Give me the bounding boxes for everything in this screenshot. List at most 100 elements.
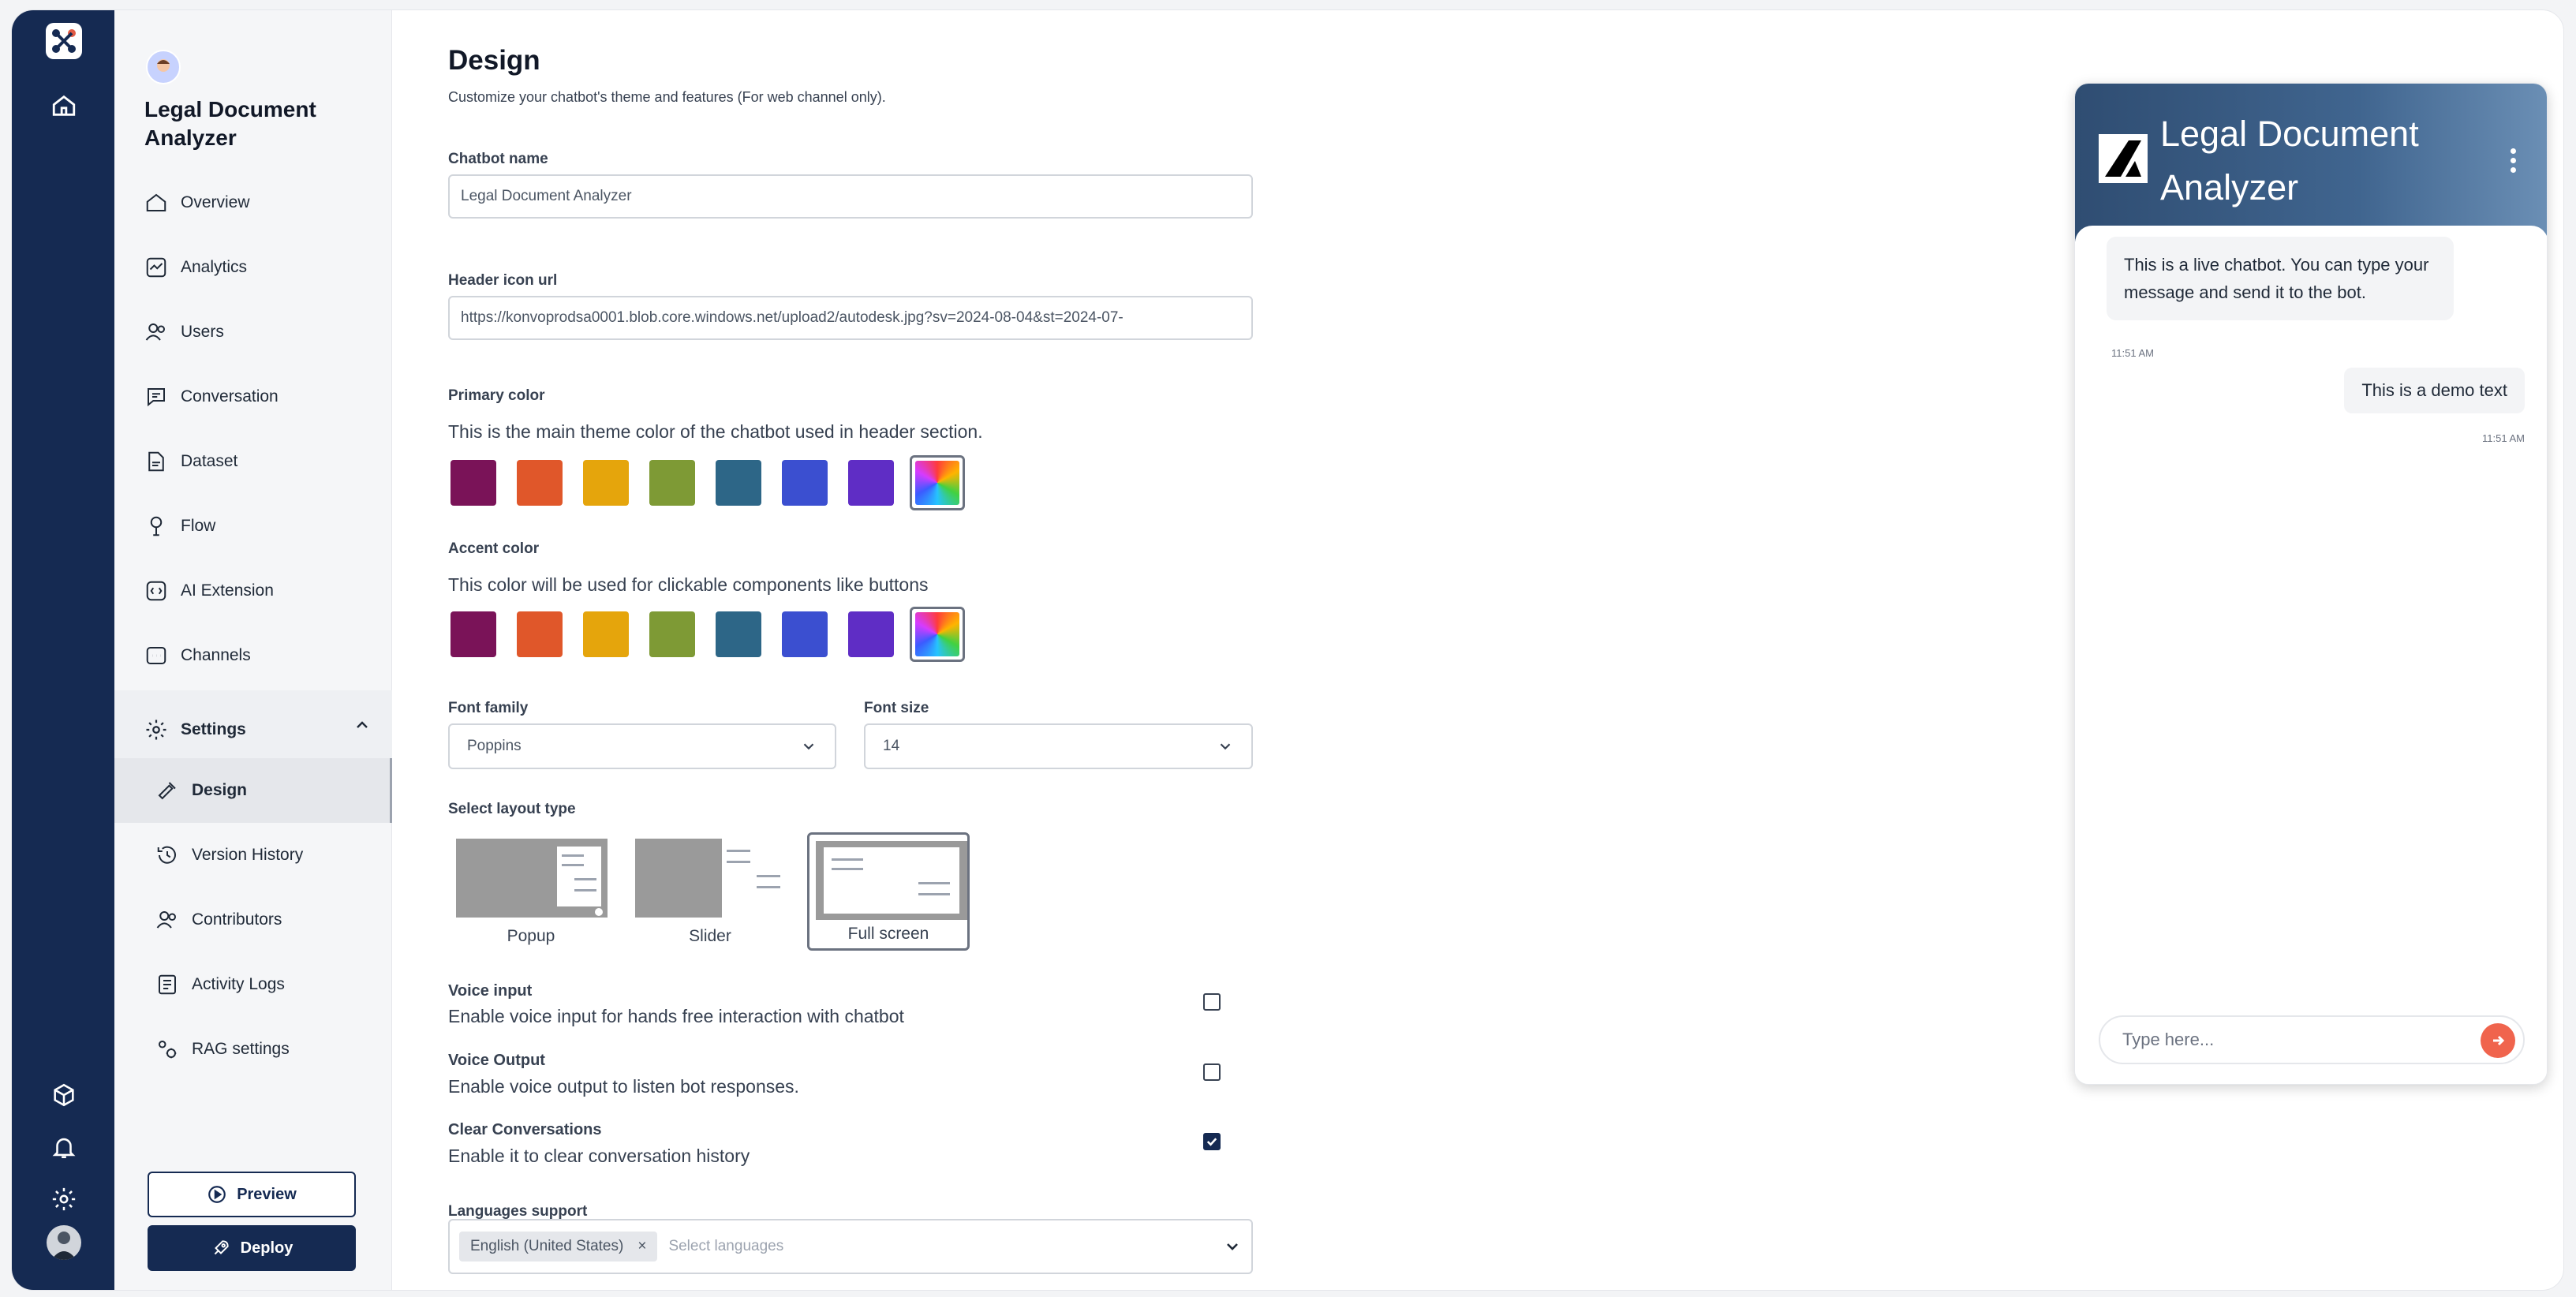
chevron-down-icon xyxy=(1227,1243,1238,1250)
contributors-icon xyxy=(156,911,176,929)
gear-icon[interactable] xyxy=(49,1184,79,1214)
app-logo[interactable] xyxy=(46,23,82,59)
color-swatch[interactable] xyxy=(451,460,496,506)
bot-avatar xyxy=(146,50,181,84)
sidebar-item-users[interactable]: Users xyxy=(144,315,224,349)
chevron-down-icon xyxy=(1220,743,1231,750)
sidebar-item-dataset[interactable]: Dataset xyxy=(144,444,237,479)
font-family-label: Font family xyxy=(448,700,529,716)
voice-output-checkbox[interactable] xyxy=(1203,1063,1221,1081)
sidebar-item-label: Channels xyxy=(181,646,251,664)
notification-bell-icon[interactable] xyxy=(49,1132,79,1162)
layout-option-popup[interactable]: Popup xyxy=(450,832,612,951)
play-circle-icon xyxy=(208,1186,226,1203)
accent-color-description: This color will be used for clickable co… xyxy=(448,574,929,595)
voice-input-title: Voice input xyxy=(448,982,533,1000)
color-swatch[interactable] xyxy=(782,611,828,657)
clear-conversations-checkbox[interactable] xyxy=(1203,1133,1221,1150)
chatbot-preview: Legal Document Analyzer This is a live c… xyxy=(2074,83,2548,1085)
font-size-select[interactable]: 14 xyxy=(864,723,1253,769)
sidebar: Legal Document Analyzer Overview Analyti… xyxy=(114,10,392,1290)
sidebar-item-ai-extension[interactable]: AI Extension xyxy=(144,574,274,608)
home-icon[interactable] xyxy=(49,91,79,121)
check-icon xyxy=(1206,1138,1217,1146)
send-arrow-icon xyxy=(2493,1035,2505,1046)
design-icon xyxy=(158,782,176,800)
voice-input-checkbox[interactable] xyxy=(1203,993,1221,1011)
sidebar-item-contributors[interactable]: Contributors xyxy=(155,903,282,937)
deploy-button[interactable]: Deploy xyxy=(148,1225,356,1271)
logs-icon xyxy=(159,974,176,995)
cube-icon[interactable] xyxy=(49,1080,79,1110)
custom-color-picker[interactable] xyxy=(910,455,965,510)
color-swatch[interactable] xyxy=(451,611,496,657)
bot-message: This is a live chatbot. You can type you… xyxy=(2107,237,2454,320)
custom-color-picker[interactable] xyxy=(910,607,965,662)
chat-icon xyxy=(148,388,165,407)
more-options-icon[interactable] xyxy=(2511,148,2518,177)
sidebar-item-version-history[interactable]: Version History xyxy=(155,838,303,873)
accent-color-swatches xyxy=(451,607,965,662)
popup-preview xyxy=(456,839,608,918)
sidebar-item-design[interactable]: Design xyxy=(155,773,247,808)
layout-option-slider[interactable]: Slider xyxy=(629,832,791,951)
color-swatch[interactable] xyxy=(583,460,629,506)
user-message: This is a demo text xyxy=(2344,368,2525,413)
send-button[interactable] xyxy=(2481,1023,2515,1058)
file-icon xyxy=(148,451,164,472)
channels-icon xyxy=(146,647,166,664)
chevron-up-icon[interactable] xyxy=(353,716,372,734)
accent-color-label: Accent color xyxy=(448,540,540,557)
languages-select[interactable]: English (United States) × Select languag… xyxy=(448,1219,1253,1274)
chatbot-name-input[interactable]: Legal Document Analyzer xyxy=(448,174,1253,219)
chatbot-name-label: Chatbot name xyxy=(448,151,548,167)
color-swatch[interactable] xyxy=(583,611,629,657)
sidebar-item-label: Contributors xyxy=(192,910,282,929)
voice-output-title: Voice Output xyxy=(448,1052,545,1069)
slider-preview xyxy=(635,839,787,918)
font-family-value: Poppins xyxy=(467,738,522,754)
sidebar-item-label: Version History xyxy=(192,846,304,864)
color-swatch[interactable] xyxy=(716,460,761,506)
user-avatar[interactable] xyxy=(47,1225,81,1260)
sidebar-item-overview[interactable]: Overview xyxy=(144,185,250,220)
sidebar-item-settings[interactable]: Settings xyxy=(144,712,246,747)
home-icon xyxy=(146,193,166,211)
sidebar-item-conversation[interactable]: Conversation xyxy=(144,379,279,414)
sidebar-item-label: Design xyxy=(192,781,248,799)
primary-color-swatches xyxy=(451,455,965,510)
languages-label: Languages support xyxy=(448,1203,588,1220)
language-chip-label: English (United States) xyxy=(470,1238,624,1254)
rocket-icon xyxy=(214,1240,229,1255)
color-swatch[interactable] xyxy=(649,460,695,506)
layout-slider-label: Slider xyxy=(689,927,731,945)
sidebar-item-activity-logs[interactable]: Activity Logs xyxy=(155,967,285,1002)
header-icon-label: Header icon url xyxy=(448,272,558,289)
clear-conversations-title: Clear Conversations xyxy=(448,1121,602,1138)
sidebar-item-label: RAG settings xyxy=(192,1040,290,1058)
color-swatch[interactable] xyxy=(848,460,894,506)
header-icon-url-input[interactable]: https://konvoprodsa0001.blob.core.window… xyxy=(448,296,1253,340)
layout-type-label: Select layout type xyxy=(448,801,576,817)
primary-color-description: This is the main theme color of the chat… xyxy=(448,421,983,442)
layout-option-full-screen[interactable]: Full screen xyxy=(807,832,970,951)
chat-header: Legal Document Analyzer xyxy=(2075,84,2547,241)
color-swatch[interactable] xyxy=(716,611,761,657)
autodesk-logo-icon xyxy=(2099,134,2148,183)
sidebar-item-flow[interactable]: Flow xyxy=(144,509,215,544)
color-swatch[interactable] xyxy=(649,611,695,657)
color-swatch[interactable] xyxy=(517,611,563,657)
close-icon[interactable]: × xyxy=(637,1238,646,1255)
sidebar-item-label: Flow xyxy=(181,517,216,535)
languages-placeholder: Select languages xyxy=(668,1238,784,1254)
sidebar-item-rag-settings[interactable]: RAG settings xyxy=(155,1032,290,1067)
font-family-select[interactable]: Poppins xyxy=(448,723,836,769)
color-swatch[interactable] xyxy=(848,611,894,657)
chat-message-input[interactable]: Type here... xyxy=(2099,1015,2525,1064)
color-swatch[interactable] xyxy=(782,460,828,506)
sidebar-item-channels[interactable]: Channels xyxy=(144,638,251,673)
clear-conversations-description: Enable it to clear conversation history xyxy=(448,1146,750,1166)
preview-button[interactable]: Preview xyxy=(148,1172,356,1217)
color-swatch[interactable] xyxy=(517,460,563,506)
sidebar-item-analytics[interactable]: Analytics xyxy=(144,250,247,285)
